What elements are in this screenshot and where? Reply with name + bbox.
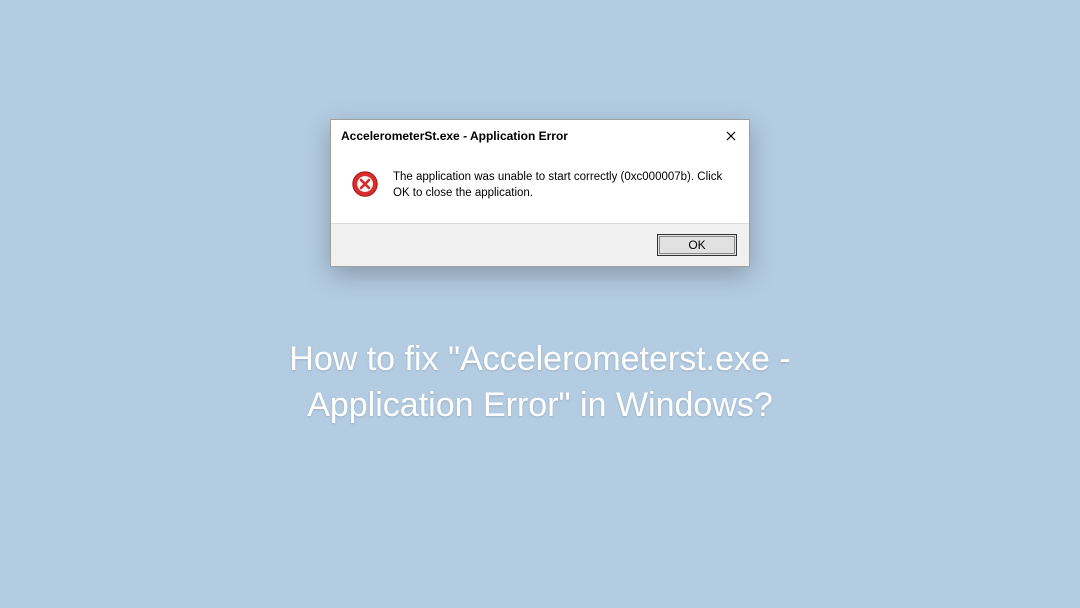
error-icon (351, 170, 379, 198)
dialog-body: The application was unable to start corr… (331, 152, 749, 223)
close-icon (726, 131, 736, 141)
error-dialog: AccelerometerSt.exe - Application Error … (330, 119, 750, 267)
button-bar: OK (331, 223, 749, 266)
headline-line-2: Application Error" in Windows? (289, 383, 790, 429)
close-button[interactable] (721, 126, 741, 146)
titlebar: AccelerometerSt.exe - Application Error (331, 120, 749, 152)
dialog-message: The application was unable to start corr… (393, 170, 729, 201)
page-headline: How to fix "Accelerometerst.exe - Applic… (249, 337, 830, 429)
headline-line-1: How to fix "Accelerometerst.exe - (289, 337, 790, 383)
ok-button[interactable]: OK (657, 234, 737, 256)
dialog-title: AccelerometerSt.exe - Application Error (341, 129, 568, 143)
